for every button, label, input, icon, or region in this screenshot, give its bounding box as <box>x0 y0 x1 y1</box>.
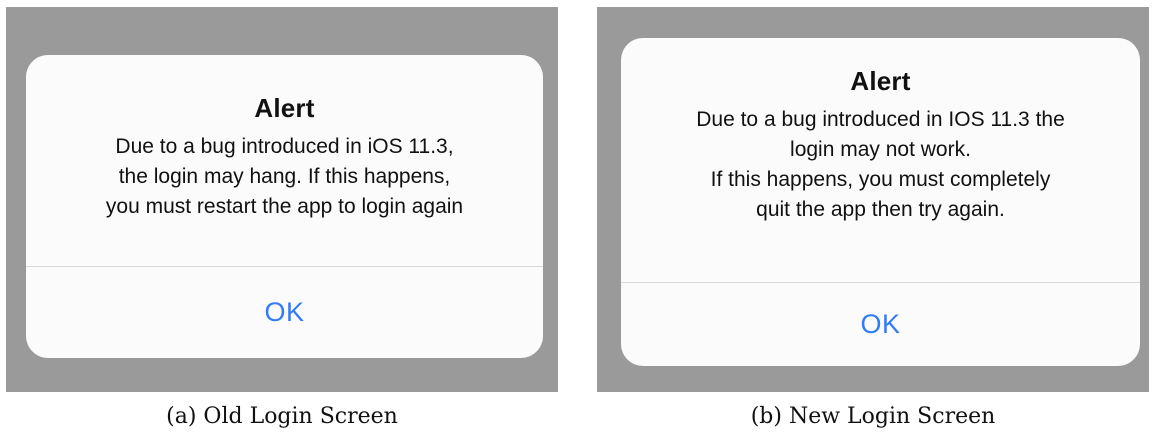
alert-title: Alert <box>254 93 315 123</box>
alert-title: Alert <box>850 66 911 96</box>
alert-body: Alert Due to a bug introduced in iOS 11.… <box>26 93 543 222</box>
old-login-screen-panel: Alert Due to a bug introduced in iOS 11.… <box>6 7 558 392</box>
ok-button[interactable]: OK <box>621 283 1140 366</box>
alert-dialog: Alert Due to a bug introduced in IOS 11.… <box>621 38 1140 366</box>
alert-message: Due to a bug introduced in IOS 11.3 the … <box>696 108 1065 221</box>
alert-message: Due to a bug introduced in iOS 11.3, the… <box>105 135 464 218</box>
caption-new-login-screen: (b) New Login Screen <box>750 404 996 429</box>
caption-old-login-screen: (a) Old Login Screen <box>166 404 398 429</box>
alert-body: Alert Due to a bug introduced in IOS 11.… <box>621 66 1140 225</box>
new-login-screen-panel: Alert Due to a bug introduced in IOS 11.… <box>597 7 1149 392</box>
alert-dialog: Alert Due to a bug introduced in iOS 11.… <box>26 55 543 358</box>
ok-button[interactable]: OK <box>26 267 543 358</box>
